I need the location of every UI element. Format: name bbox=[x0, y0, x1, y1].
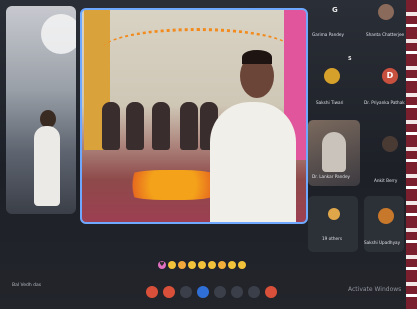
hand-icon[interactable] bbox=[238, 261, 246, 269]
meeting-controls bbox=[146, 286, 277, 298]
seated-person bbox=[180, 102, 198, 150]
participant-name: 19 others bbox=[322, 236, 342, 241]
participant-tile[interactable]: Shanta Chatterjee bbox=[360, 0, 406, 48]
participant-tile[interactable]: D Dr. Priyanka Pathak bbox=[360, 62, 406, 110]
mic-icon[interactable] bbox=[146, 286, 158, 298]
raise-hand-icon[interactable] bbox=[231, 286, 243, 298]
captions-icon[interactable] bbox=[214, 286, 226, 298]
celebrate-icon[interactable] bbox=[178, 261, 186, 269]
thumbs-up-icon[interactable] bbox=[168, 261, 176, 269]
participant-tile[interactable]: 19 others bbox=[308, 196, 358, 252]
decorative-border bbox=[406, 0, 417, 309]
meeting-code: Bal Vedh das bbox=[12, 283, 42, 288]
participant-name: Sakshi Upadhyay bbox=[364, 240, 401, 245]
avatar bbox=[324, 68, 340, 84]
end-call-icon[interactable] bbox=[265, 286, 277, 298]
seated-person bbox=[102, 102, 120, 150]
speaker-figure bbox=[210, 102, 296, 222]
avatar bbox=[382, 136, 398, 152]
participant-name: Sakshi Tiwari bbox=[316, 100, 344, 105]
participant-name: Dr. Priyanka Pathak bbox=[364, 100, 405, 105]
heart-icon[interactable]: ♥ bbox=[158, 261, 166, 269]
participant-tile[interactable]: Ankit Berry bbox=[360, 122, 406, 183]
participant-tile[interactable]: Sakshi Upadhyay bbox=[364, 196, 404, 252]
participant-video-tile[interactable]: Dr. Lankar Pandey bbox=[308, 120, 360, 186]
meeting-window: G S Garima Pandey Shanta Chatterjee Saks… bbox=[0, 0, 406, 309]
active-speaker-video[interactable] bbox=[80, 8, 308, 224]
lamp-light bbox=[41, 14, 76, 54]
wow-icon[interactable] bbox=[198, 261, 206, 269]
more-icon[interactable] bbox=[248, 286, 260, 298]
avatar bbox=[378, 208, 394, 224]
participant-tile[interactable]: Sakshi Tiwari bbox=[308, 62, 354, 110]
share-icon[interactable] bbox=[180, 286, 192, 298]
clap-icon[interactable] bbox=[218, 261, 226, 269]
participant-name: Dr. Lankar Pandey bbox=[312, 174, 351, 179]
participant-figure bbox=[322, 132, 346, 172]
participant-video-tile-left[interactable] bbox=[6, 6, 76, 214]
camera-icon[interactable] bbox=[163, 286, 175, 298]
speaker-hair bbox=[242, 50, 272, 64]
laugh-icon[interactable] bbox=[188, 261, 196, 269]
activate-windows-watermark: Activate Windows bbox=[348, 286, 402, 293]
avatar bbox=[328, 208, 340, 220]
seated-person bbox=[152, 102, 170, 150]
participant-name: Garima Pandey bbox=[312, 32, 344, 37]
participant-tile[interactable]: Garima Pandey bbox=[308, 0, 354, 48]
participant-name: Shanta Chatterjee bbox=[366, 32, 405, 37]
reaction-bar: ♥ bbox=[158, 261, 246, 273]
participant-figure bbox=[34, 126, 60, 206]
thinking-icon[interactable] bbox=[228, 261, 236, 269]
participant-name: Ankit Berry bbox=[374, 178, 398, 183]
avatar: D bbox=[382, 68, 398, 84]
seated-person bbox=[126, 102, 144, 150]
record-icon[interactable] bbox=[197, 286, 209, 298]
sad-icon[interactable] bbox=[208, 261, 216, 269]
avatar bbox=[378, 4, 394, 20]
